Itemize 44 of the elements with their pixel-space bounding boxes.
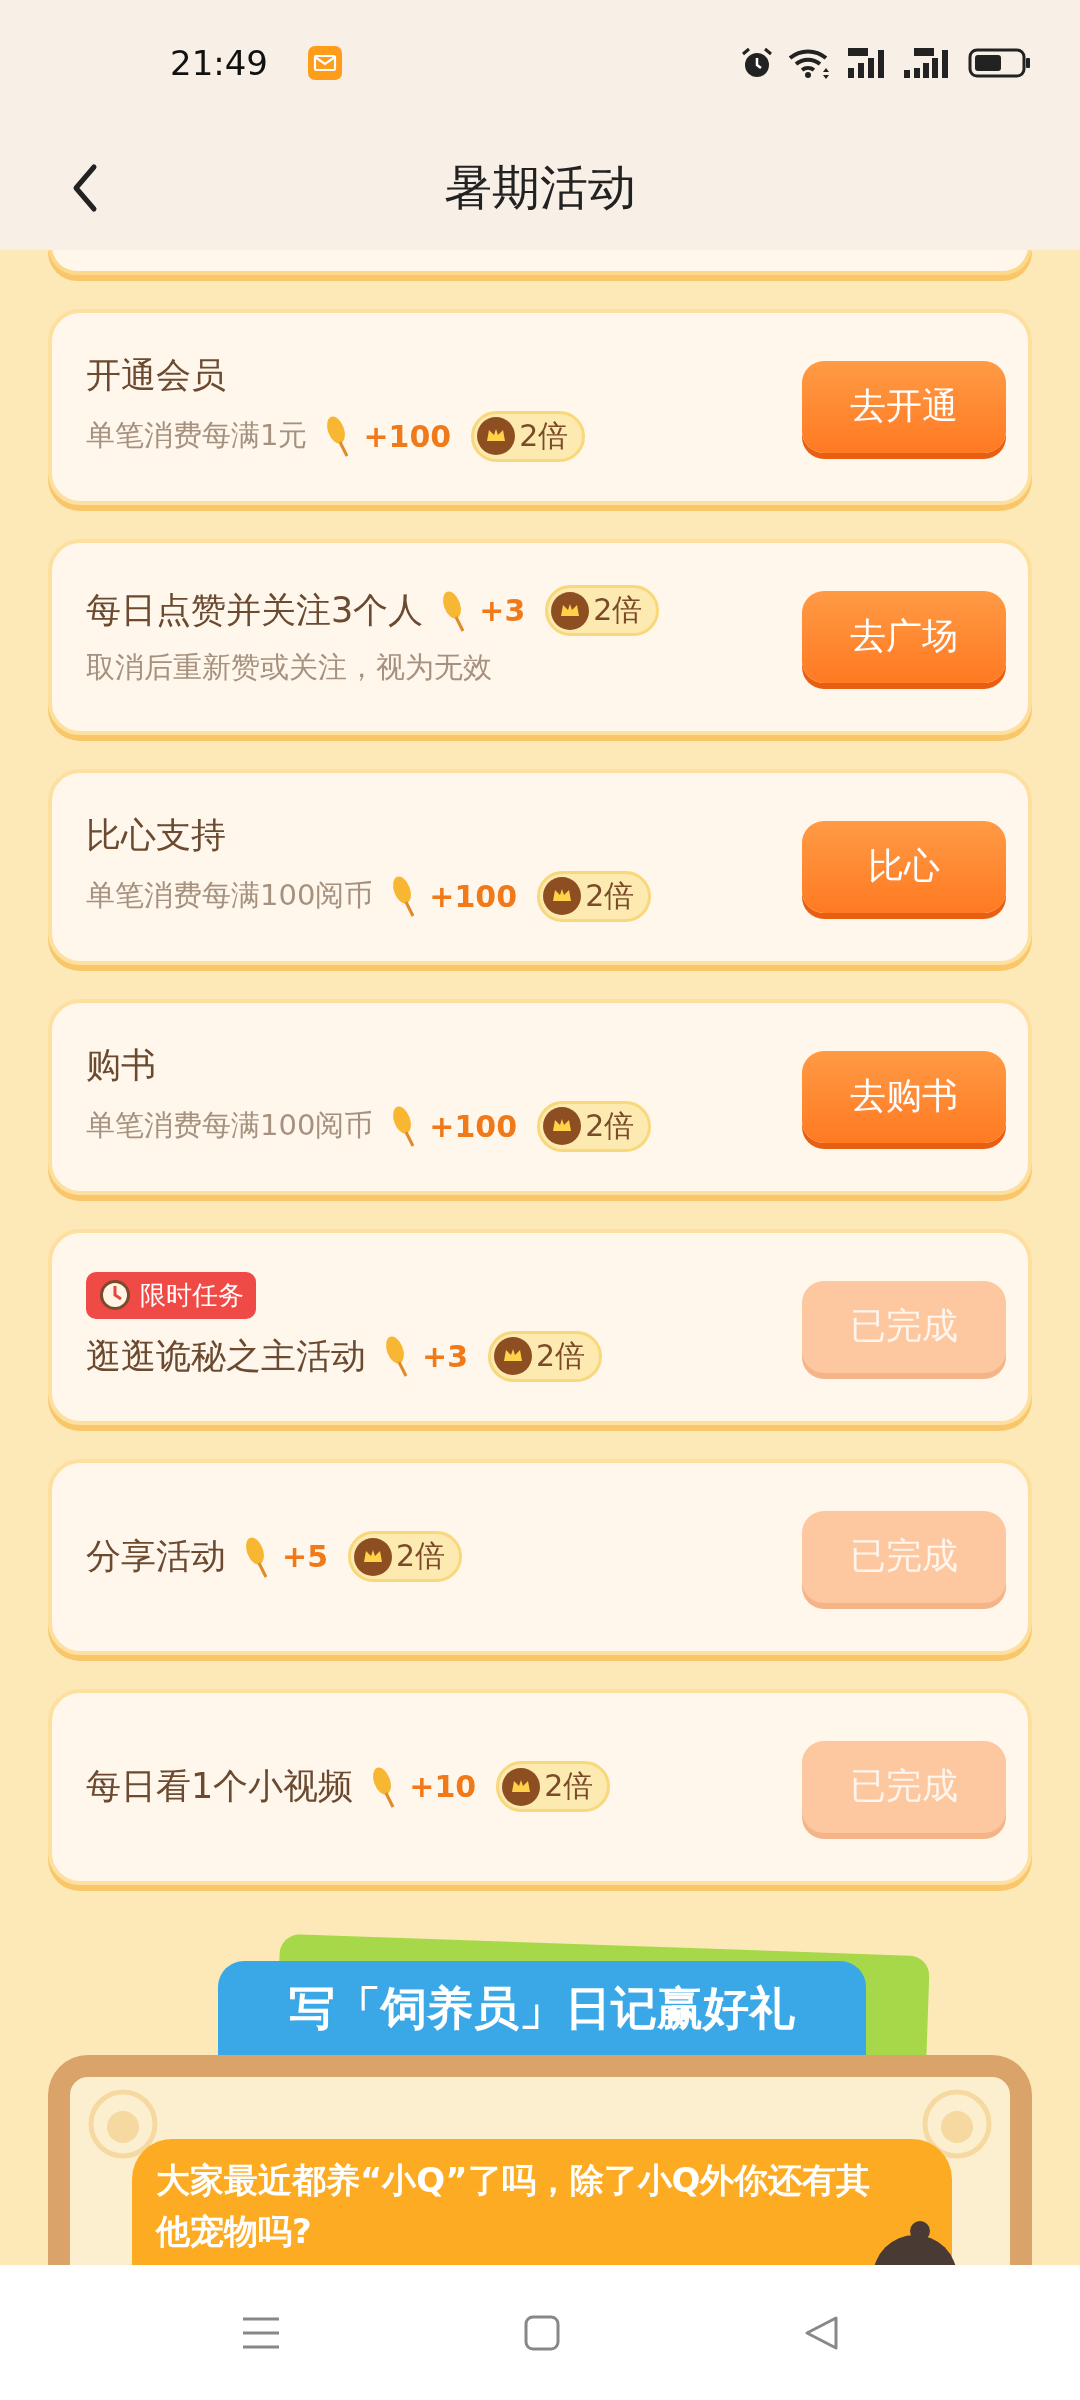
multiplier-badge: 2倍 — [348, 1531, 463, 1582]
mail-icon — [308, 45, 342, 80]
task-subtitle: 单笔消费每满1元 — [86, 417, 308, 454]
task-title: 比心支持 — [86, 813, 226, 857]
task-subtitle: 单笔消费每满100阅币 — [86, 877, 374, 914]
page-title: 暑期活动 — [444, 157, 636, 217]
points-reward: +10 — [409, 1769, 477, 1804]
alarm-icon — [740, 45, 774, 80]
crown-icon — [543, 877, 582, 915]
points-reward: +5 — [282, 1539, 328, 1574]
crown-icon — [543, 1107, 582, 1145]
crown-icon — [502, 1767, 541, 1806]
task-subtitle: 取消后重新赞或关注，视为无效 — [86, 649, 492, 686]
multiplier-badge: 2倍 — [537, 870, 652, 922]
multiplier-badge: 2倍 — [496, 1761, 611, 1812]
ornament-icon — [88, 2088, 158, 2159]
task-title: 每日看1个小视频 — [86, 1765, 354, 1808]
multiplier-badge: 2倍 — [488, 1330, 603, 1382]
ornament-icon — [922, 2088, 992, 2159]
task-title: 每日点赞并关注3个人 — [86, 589, 424, 632]
points-reward: +3 — [422, 1338, 468, 1374]
battery-icon — [968, 47, 1032, 78]
crown-icon — [477, 417, 516, 455]
home-icon[interactable] — [524, 2314, 560, 2351]
crown-icon — [551, 591, 590, 630]
clock-icon — [98, 1278, 132, 1312]
points-reward: +3 — [479, 593, 526, 628]
task-subtitle: 单笔消费每满100阅币 — [86, 1107, 374, 1144]
diary-question: 大家最近都养“小Q”了吗，除了小Q外你还有其他宠物吗? — [156, 2158, 872, 2253]
task-title: 开通会员 — [86, 353, 226, 397]
points-reward: +100 — [363, 418, 452, 454]
points-reward: +100 — [429, 1108, 518, 1144]
status-time: 21:49 — [170, 42, 268, 83]
multiplier-badge: 2倍 — [537, 1100, 652, 1152]
crown-icon — [494, 1337, 532, 1375]
crown-icon — [354, 1537, 392, 1576]
multiplier-badge: 2倍 — [545, 585, 660, 636]
task-title: 购书 — [86, 1043, 156, 1087]
points-reward: +100 — [429, 878, 518, 914]
task-title: 逛逛诡秘之主活动 — [86, 1334, 366, 1378]
tag-label: 限时任务 — [140, 1278, 244, 1312]
multiplier-badge: 2倍 — [471, 410, 586, 462]
diary-banner: 写「饲养员」日记赢好礼 — [218, 1960, 866, 2057]
task-title: 分享活动 — [86, 1535, 226, 1578]
